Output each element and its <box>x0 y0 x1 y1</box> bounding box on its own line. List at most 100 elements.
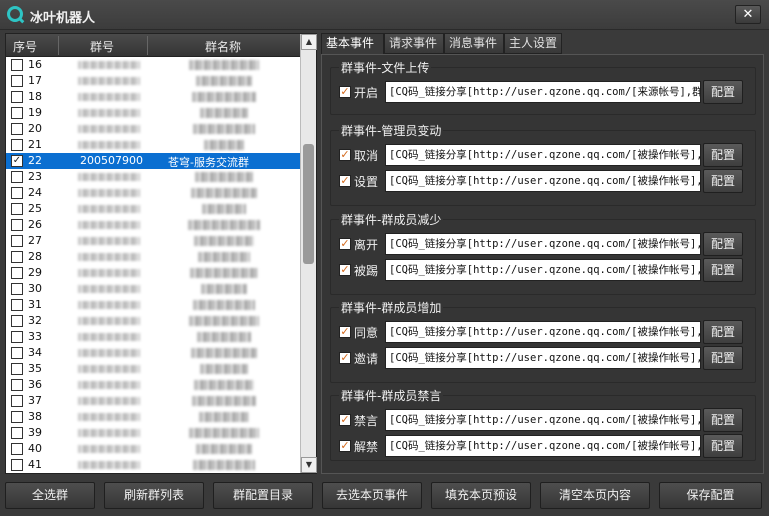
row-checkbox[interactable] <box>11 283 23 295</box>
list-item[interactable]: 41 <box>6 457 300 473</box>
row-checkbox[interactable] <box>11 187 23 199</box>
list-item[interactable]: 25 <box>6 201 300 217</box>
configure-button[interactable]: 配置 <box>703 408 743 432</box>
row-checkbox[interactable]: ✓ <box>11 155 23 167</box>
configure-button[interactable]: 配置 <box>703 434 743 458</box>
event-label[interactable]: 开启 <box>354 84 378 101</box>
event-message-input[interactable]: [CQ码_链接分享[http://user.qzone.qq.com/[被操作帐… <box>385 170 701 192</box>
event-checkbox[interactable]: ✓ <box>339 149 351 161</box>
row-checkbox[interactable] <box>11 363 23 375</box>
event-checkbox[interactable]: ✓ <box>339 86 351 98</box>
column-header-group-id[interactable]: 群号 <box>90 38 114 55</box>
event-label[interactable]: 设置 <box>354 173 378 190</box>
tab-request-events[interactable]: 请求事件 <box>384 33 444 54</box>
event-checkbox[interactable]: ✓ <box>339 440 351 452</box>
event-message-input[interactable]: [CQ码_链接分享[http://user.qzone.qq.com/[被操作帐… <box>385 321 701 343</box>
list-item[interactable]: 23 <box>6 169 300 185</box>
tab-basic-events[interactable]: 基本事件 <box>321 33 384 55</box>
list-item[interactable]: 38 <box>6 409 300 425</box>
event-checkbox[interactable]: ✓ <box>339 326 351 338</box>
event-label[interactable]: 被踢 <box>354 262 378 279</box>
event-label[interactable]: 取消 <box>354 147 378 164</box>
list-item[interactable]: 16 <box>6 57 300 73</box>
row-checkbox[interactable] <box>11 123 23 135</box>
refresh-group-list-button[interactable]: 刷新群列表 <box>104 482 204 509</box>
event-label[interactable]: 禁言 <box>354 412 378 429</box>
list-scrollbar[interactable]: ▲ ▼ <box>300 34 317 473</box>
event-message-input[interactable]: [CQ码_链接分享[http://user.qzone.qq.com/[被操作帐… <box>385 233 701 255</box>
event-label[interactable]: 离开 <box>354 236 378 253</box>
event-message-input[interactable]: [CQ码_链接分享[http://user.qzone.qq.com/[被操作帐… <box>385 347 701 369</box>
list-item[interactable]: 29 <box>6 265 300 281</box>
column-header-index[interactable]: 序号 <box>13 38 37 55</box>
row-checkbox[interactable] <box>11 251 23 263</box>
row-checkbox[interactable] <box>11 411 23 423</box>
event-checkbox[interactable]: ✓ <box>339 352 351 364</box>
event-message-input[interactable]: [CQ码_链接分享[http://user.qzone.qq.com/[被操作帐… <box>385 259 701 281</box>
deselect-page-events-button[interactable]: 去选本页事件 <box>322 482 422 509</box>
event-message-input[interactable]: [CQ码_链接分享[http://user.qzone.qq.com/[被操作帐… <box>385 435 701 457</box>
row-checkbox[interactable] <box>11 59 23 71</box>
row-checkbox[interactable] <box>11 171 23 183</box>
column-header-group-name[interactable]: 群名称 <box>205 38 241 55</box>
tab-message-events[interactable]: 消息事件 <box>444 33 504 54</box>
list-item[interactable]: 35 <box>6 361 300 377</box>
close-button[interactable]: ✕ <box>735 5 761 24</box>
select-all-groups-button[interactable]: 全选群 <box>5 482 95 509</box>
list-item[interactable]: 30 <box>6 281 300 297</box>
list-item[interactable]: 37 <box>6 393 300 409</box>
event-checkbox[interactable]: ✓ <box>339 414 351 426</box>
header-divider[interactable] <box>147 36 148 55</box>
row-checkbox[interactable] <box>11 107 23 119</box>
list-item[interactable]: 40 <box>6 441 300 457</box>
row-checkbox[interactable] <box>11 267 23 279</box>
list-item[interactable]: 32 <box>6 313 300 329</box>
list-item[interactable]: 36 <box>6 377 300 393</box>
row-checkbox[interactable] <box>11 203 23 215</box>
list-item[interactable]: 20 <box>6 121 300 137</box>
row-checkbox[interactable] <box>11 75 23 87</box>
save-config-button[interactable]: 保存配置 <box>659 482 762 509</box>
configure-button[interactable]: 配置 <box>703 143 743 167</box>
row-checkbox[interactable] <box>11 395 23 407</box>
event-label[interactable]: 同意 <box>354 324 378 341</box>
list-item[interactable]: 34 <box>6 345 300 361</box>
event-checkbox[interactable]: ✓ <box>339 238 351 250</box>
scroll-down-icon[interactable]: ▼ <box>301 457 317 473</box>
configure-button[interactable]: 配置 <box>703 80 743 104</box>
list-item[interactable]: 19 <box>6 105 300 121</box>
configure-button[interactable]: 配置 <box>703 346 743 370</box>
row-checkbox[interactable] <box>11 347 23 359</box>
event-message-input[interactable]: [CQ码_链接分享[http://user.qzone.qq.com/[被操作帐… <box>385 409 701 431</box>
configure-button[interactable]: 配置 <box>703 258 743 282</box>
clear-page-content-button[interactable]: 清空本页内容 <box>540 482 650 509</box>
scrollbar-thumb[interactable] <box>303 144 314 264</box>
list-item[interactable]: 31 <box>6 297 300 313</box>
event-checkbox[interactable]: ✓ <box>339 264 351 276</box>
list-item[interactable]: 27 <box>6 233 300 249</box>
configure-button[interactable]: 配置 <box>703 232 743 256</box>
row-checkbox[interactable] <box>11 299 23 311</box>
scroll-up-icon[interactable]: ▲ <box>301 34 317 50</box>
configure-button[interactable]: 配置 <box>703 320 743 344</box>
event-message-input[interactable]: [CQ码_链接分享[http://user.qzone.qq.com/[被操作帐… <box>385 144 701 166</box>
list-item[interactable]: 21 <box>6 137 300 153</box>
event-message-input[interactable]: [CQ码_链接分享[http://user.qzone.qq.com/[来源帐号… <box>385 81 701 103</box>
row-checkbox[interactable] <box>11 379 23 391</box>
tab-owner-settings[interactable]: 主人设置 <box>504 33 562 54</box>
configure-button[interactable]: 配置 <box>703 169 743 193</box>
row-checkbox[interactable] <box>11 315 23 327</box>
row-checkbox[interactable] <box>11 459 23 471</box>
header-divider[interactable] <box>58 36 59 55</box>
list-item[interactable]: 17 <box>6 73 300 89</box>
list-item[interactable]: 28 <box>6 249 300 265</box>
row-checkbox[interactable] <box>11 139 23 151</box>
row-checkbox[interactable] <box>11 443 23 455</box>
fill-page-presets-button[interactable]: 填充本页预设 <box>431 482 531 509</box>
event-label[interactable]: 邀请 <box>354 350 378 367</box>
group-config-directory-button[interactable]: 群配置目录 <box>213 482 313 509</box>
list-item[interactable]: ✓ 22 200507900 苍穹-服务交流群 <box>6 153 300 169</box>
row-checkbox[interactable] <box>11 91 23 103</box>
row-checkbox[interactable] <box>11 331 23 343</box>
list-item[interactable]: 18 <box>6 89 300 105</box>
